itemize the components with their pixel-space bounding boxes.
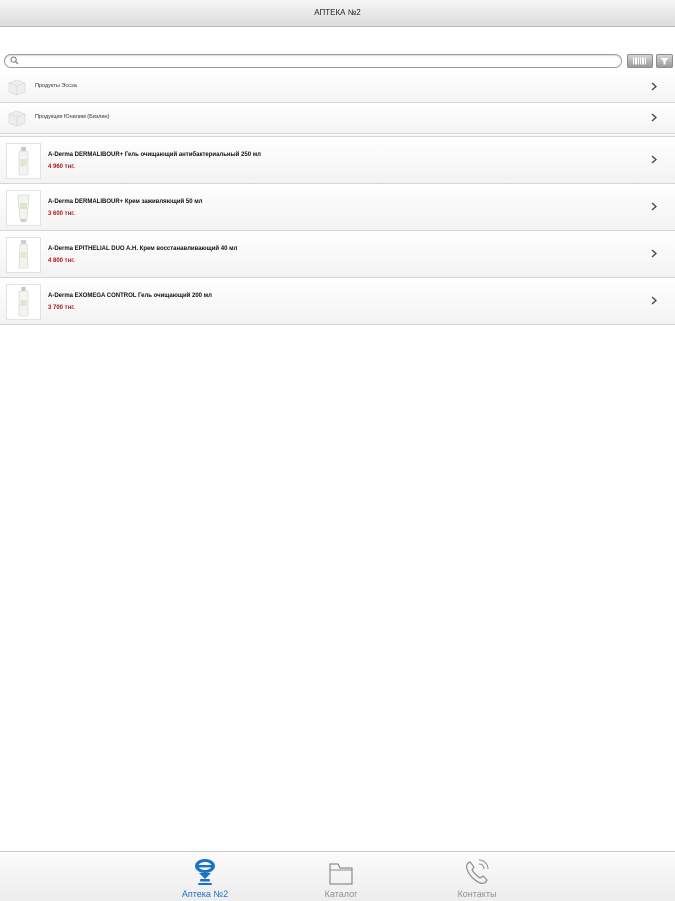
product-row[interactable]: A-Derma EXOMEGA CONTROL Гель очищающий 2…	[0, 278, 675, 325]
tab-pharmacy[interactable]: Аптека №2	[165, 852, 245, 901]
product-image	[6, 190, 41, 226]
product-name: A-Derma EPITHELIAL DUO A.H. Крем восстан…	[48, 246, 238, 252]
tab-label: Аптека №2	[181, 889, 229, 899]
search-field[interactable]	[4, 54, 622, 68]
product-name: A-Derma DERMALIBOUR+ Крем заживляющий 50…	[48, 199, 203, 205]
product-price: 3 700 тнг.	[48, 305, 75, 311]
product-price: 3 600 тнг.	[48, 211, 75, 217]
category-thumbnail-icon	[8, 79, 26, 96]
page-title: АПТЕКА №2	[314, 8, 361, 17]
tab-catalog[interactable]: Каталог	[301, 852, 381, 901]
search-icon	[10, 56, 19, 65]
product-image	[6, 143, 41, 179]
product-name: A-Derma DERMALIBOUR+ Гель очищающий анти…	[48, 152, 261, 158]
folder-icon	[329, 863, 353, 885]
product-image	[6, 284, 41, 320]
tab-label: Каталог	[324, 889, 358, 899]
category-thumbnail-icon	[8, 110, 26, 127]
tab-contacts[interactable]: Контакты	[437, 852, 517, 901]
product-price: 4 800 тнг.	[48, 258, 75, 264]
product-bottle-icon	[18, 147, 29, 176]
nav-bar: АПТЕКА №2	[0, 0, 675, 27]
pharmacy-logo-icon	[195, 859, 215, 885]
filter-icon	[660, 58, 669, 65]
search-row	[0, 52, 675, 70]
category-label: Продукция Юнилим (Бизлин)	[35, 114, 110, 120]
filter-button[interactable]	[656, 54, 673, 68]
category-row[interactable]: Продукция Юнилим (Бизлин)	[0, 103, 675, 134]
product-name: A-Derma EXOMEGA CONTROL Гель очищающий 2…	[48, 293, 212, 299]
product-bottle-icon	[18, 287, 29, 317]
chevron-right-icon	[651, 113, 657, 122]
chevron-right-icon	[651, 82, 657, 91]
category-row[interactable]: Продукты Эссэа	[0, 72, 675, 103]
barcode-button[interactable]	[627, 54, 653, 68]
chevron-right-icon	[651, 249, 657, 258]
tab-label: Контакты	[457, 889, 497, 899]
category-label: Продукты Эссэа	[35, 83, 77, 89]
tab-bar: Аптека №2 Каталог Контакты	[0, 851, 675, 901]
product-row[interactable]: A-Derma DERMALIBOUR+ Крем заживляющий 50…	[0, 184, 675, 231]
chevron-right-icon	[651, 202, 657, 211]
phone-icon	[466, 859, 489, 884]
product-tube-icon	[18, 240, 29, 269]
product-image	[6, 237, 41, 273]
barcode-icon	[633, 57, 646, 65]
chevron-right-icon	[651, 155, 657, 164]
product-row[interactable]: A-Derma DERMALIBOUR+ Гель очищающий анти…	[0, 137, 675, 184]
product-row[interactable]: A-Derma EPITHELIAL DUO A.H. Крем восстан…	[0, 231, 675, 278]
search-input[interactable]	[21, 55, 611, 67]
catalog-list: Продукты Эссэа Продукция Юнилим (Бизлин)…	[0, 72, 675, 325]
chevron-right-icon	[651, 296, 657, 305]
product-tube-icon	[17, 194, 30, 222]
product-price: 4 960 тнг.	[48, 164, 75, 170]
